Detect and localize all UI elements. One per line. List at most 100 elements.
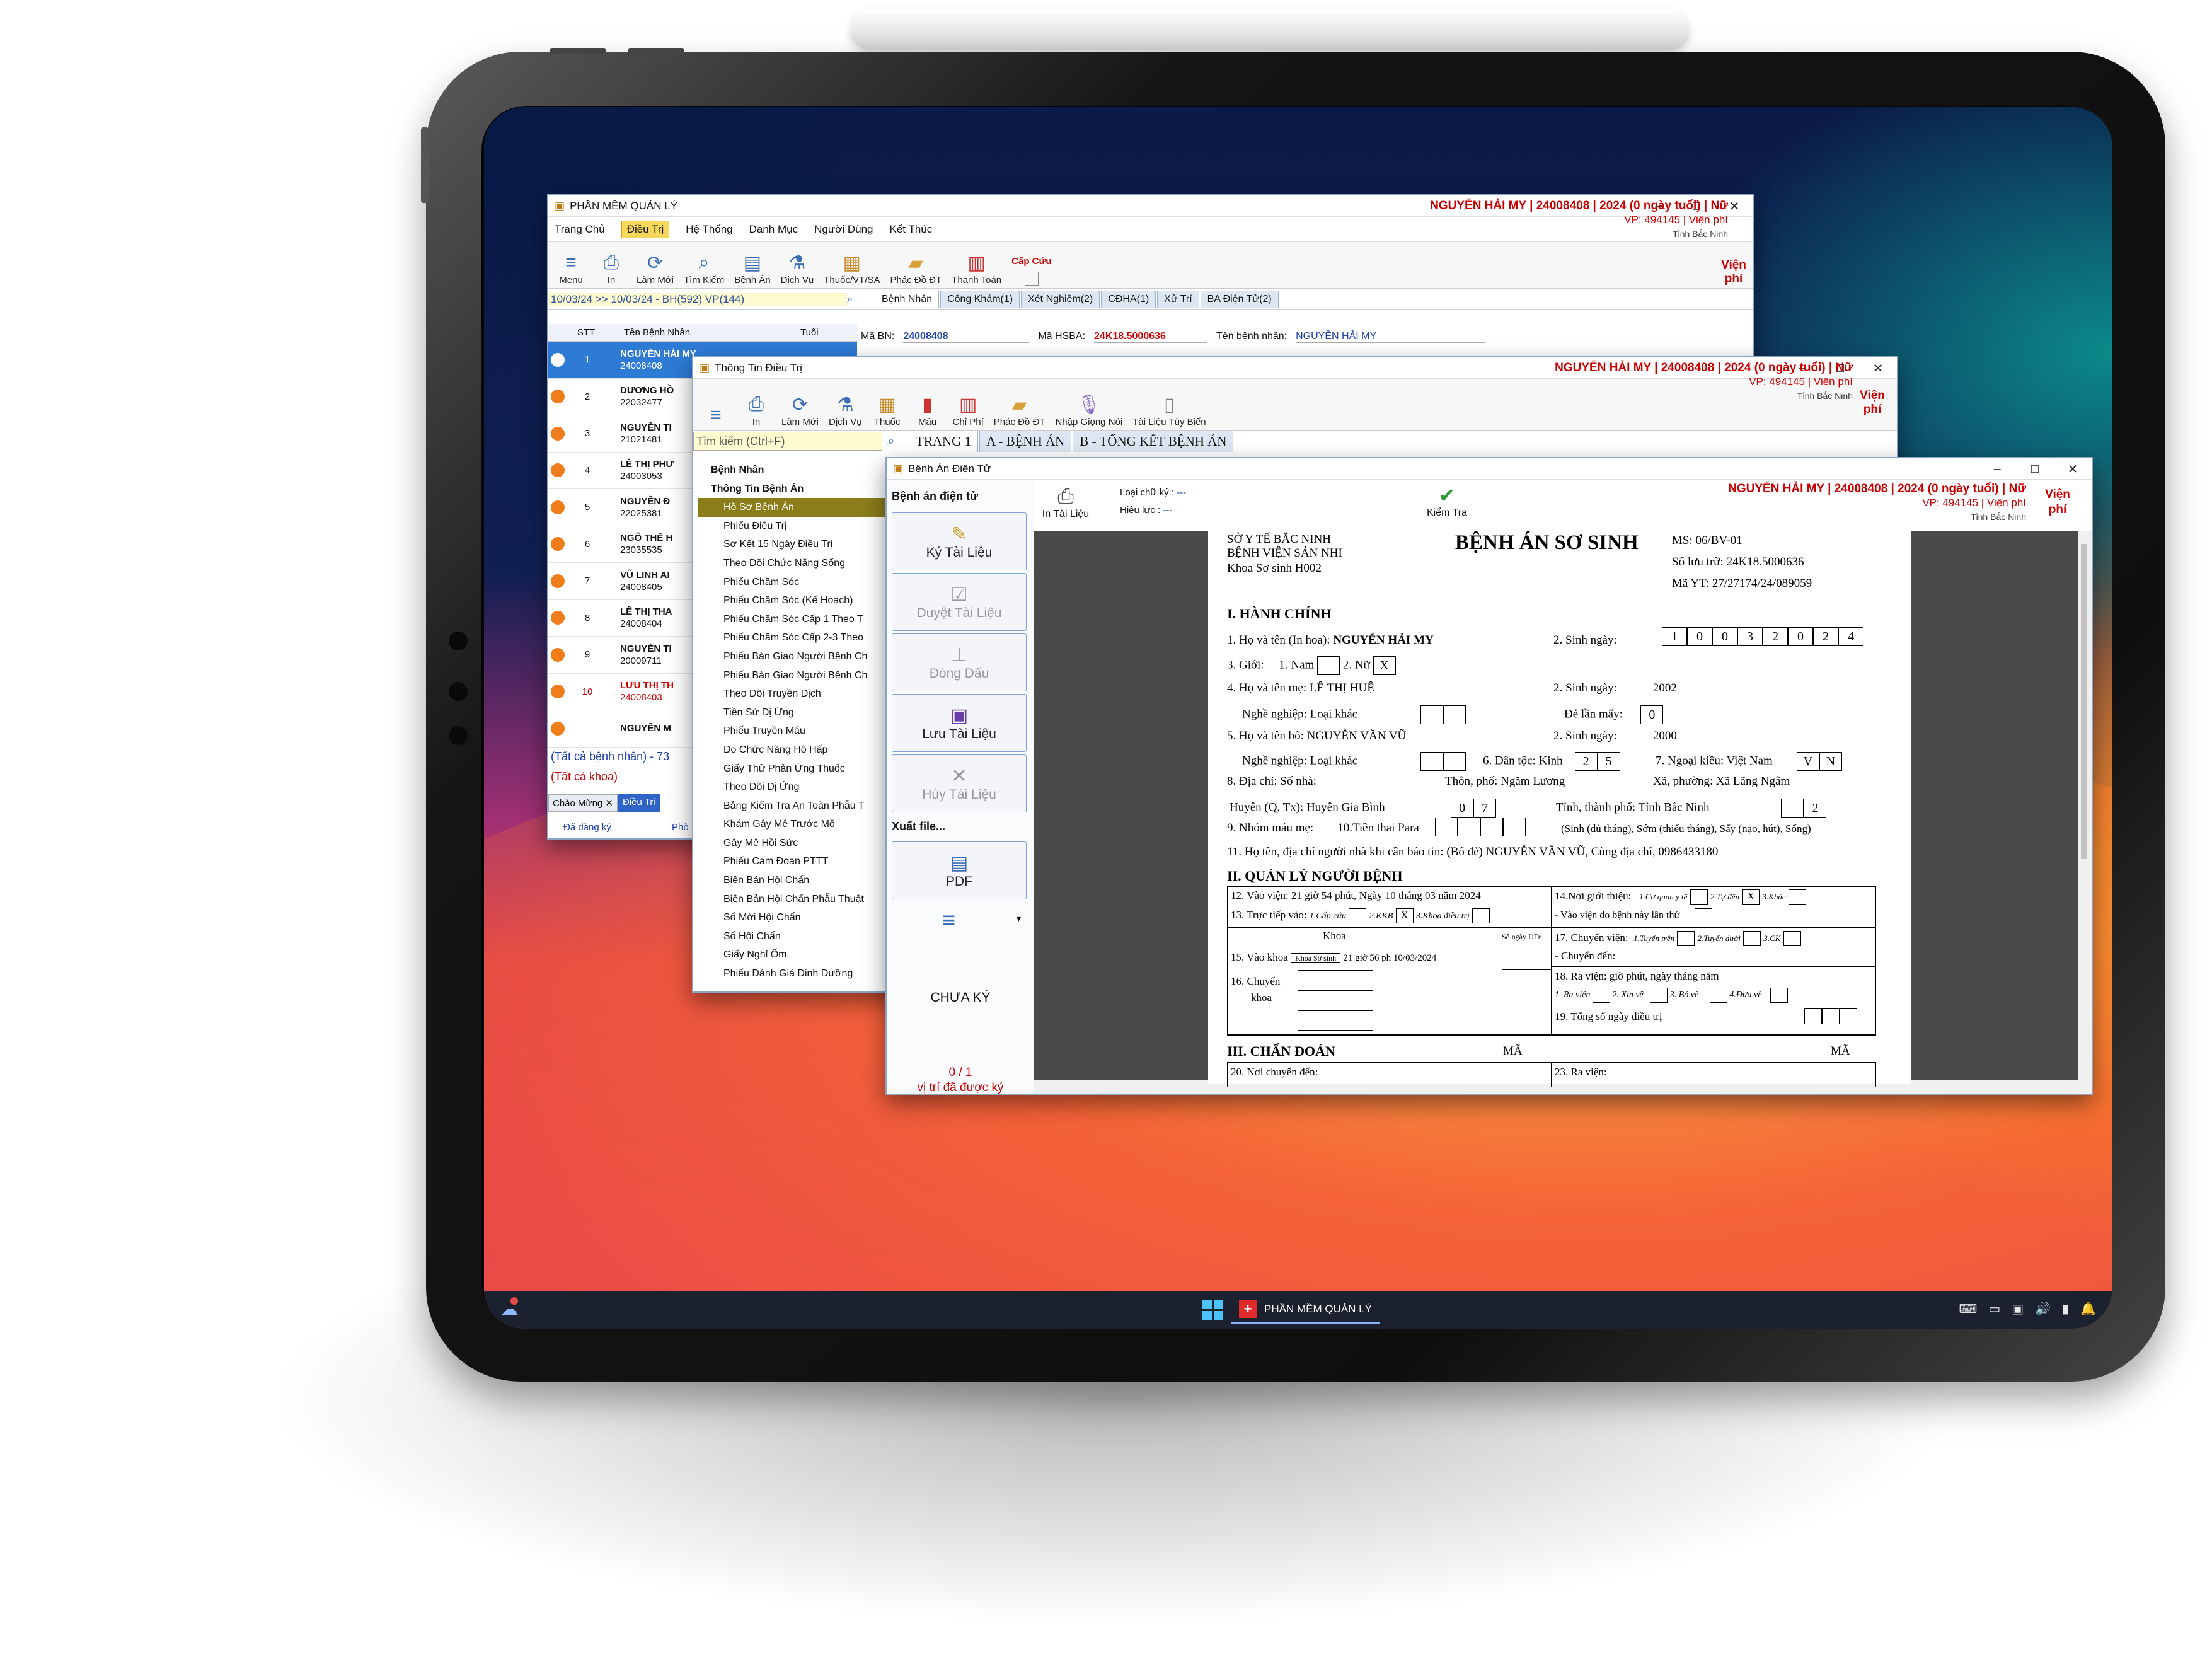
tree-item[interactable]: Phiếu Đánh Giá Dinh Dưỡng xyxy=(698,964,885,983)
toolbar-services[interactable]: ⚗ Dịch Vụ xyxy=(777,251,818,288)
toolbar-search[interactable]: ⌕ Tìm Kiếm xyxy=(680,251,728,288)
check-button[interactable]: ✔ Kiểm Tra xyxy=(1419,483,1475,519)
tree-item[interactable]: Hồ Sơ Bệnh Án xyxy=(698,498,885,517)
stamp-button[interactable]: ⊥ Đóng Dấu xyxy=(892,633,1027,691)
tab-cdha[interactable]: CĐHA(1) xyxy=(1101,291,1156,308)
tree-item[interactable]: Phiếu Cam Đoan PTTT xyxy=(698,852,885,871)
tree-item[interactable]: Đo Chức Năng Hô Hấp xyxy=(698,741,885,760)
toolbar-records[interactable]: ▤ Bệnh Án xyxy=(730,251,775,288)
tree-item[interactable]: Biên Bản Hội Chẩn Phẫu Thuật xyxy=(698,890,885,909)
network-icon[interactable]: ▣ xyxy=(2012,1301,2024,1317)
tree-item[interactable]: Theo Dõi Dị Ứng xyxy=(698,778,885,797)
search-icon[interactable]: ⌕ xyxy=(882,434,900,449)
tree-item[interactable]: Phiếu Truyền Máu xyxy=(698,722,885,741)
menu-danh-muc[interactable]: Danh Mục xyxy=(749,223,798,236)
tree-item[interactable]: Sơ Kết 15 Ngày Điều Trị xyxy=(698,535,885,554)
menu-dieu-tri[interactable]: Điều Trị xyxy=(621,220,670,238)
toolbar-protocol[interactable]: ▰ Phác Đồ ĐT xyxy=(990,393,1049,430)
save-document-button[interactable]: ▣ Lưu Tài Liệu xyxy=(892,694,1027,752)
bell-icon[interactable]: 🔔 xyxy=(2080,1301,2096,1317)
tree-item[interactable]: Phiếu Chăm Sóc Cấp 1 Theo T xyxy=(698,610,885,629)
vertical-scrollbar[interactable] xyxy=(2078,531,2092,1080)
close-icon[interactable]: ✕ xyxy=(605,798,613,809)
tree-item[interactable]: Sổ Hội Chẩn xyxy=(698,927,885,946)
tree-item[interactable]: Bảng Kiểm Tra An Toàn Phẫu T xyxy=(698,797,885,816)
date-filter[interactable]: 10/03/24 >> 10/03/24 - BH(592) VP(144) xyxy=(548,292,847,306)
tree-item[interactable]: Biên Bản Hội Chẩn xyxy=(698,871,885,890)
tab-xu-tri[interactable]: Xử Trí xyxy=(1157,291,1199,308)
toolbar-menu[interactable]: ≡ xyxy=(697,403,735,430)
volume-icon[interactable]: 🔊 xyxy=(2035,1301,2051,1317)
toolbar-payment[interactable]: ▥ Thanh Toán xyxy=(948,251,1005,288)
taskbar-app[interactable]: + PHẦN MỀM QUẢN LÝ xyxy=(1231,1296,1380,1324)
tree-root-patient[interactable]: Bệnh Nhân xyxy=(698,461,885,480)
tab-benh-nhan[interactable]: Bệnh Nhân xyxy=(875,291,940,308)
pdf-export-button[interactable]: ▤ PDF xyxy=(892,841,1027,899)
tab-chao-mung[interactable]: Chào Mừng ✕ xyxy=(548,794,618,812)
doc-transfer: 16. Chuyển xyxy=(1231,975,1281,987)
toolbar-emergency[interactable]: Cấp Cứu xyxy=(1008,256,1055,288)
tab-trang-1[interactable]: TRANG 1 xyxy=(909,431,979,452)
battery-icon[interactable]: ▮ xyxy=(2062,1301,2069,1317)
toolbar-print[interactable]: ⎙ In xyxy=(592,251,630,288)
tree-item[interactable]: Theo Dõi Chức Năng Sống xyxy=(698,554,885,573)
toolbar-drugs[interactable]: ▦ Thuốc/VT/SA xyxy=(820,251,884,288)
cancel-document-button[interactable]: ✕ Hủy Tài Liệu xyxy=(892,754,1027,812)
toolbar-refresh[interactable]: ⟳ Làm Mới xyxy=(633,251,677,288)
start-icon[interactable] xyxy=(1202,1300,1223,1320)
tab-ba-dien-tu[interactable]: BA Điện Tử(2) xyxy=(1200,291,1279,308)
tree-item[interactable]: Phiếu Bàn Giao Người Bệnh Ch xyxy=(698,647,885,666)
sign-document-button[interactable]: ✎ Ký Tài Liệu xyxy=(892,512,1027,570)
tree-item[interactable]: Khám Gây Mê Trước Mổ xyxy=(698,815,885,834)
emergency-checkbox[interactable] xyxy=(1024,272,1039,286)
print-document-button[interactable]: ⎙ In Tài Liệu xyxy=(1040,485,1091,520)
menu-he-thong[interactable]: Hệ Thống xyxy=(686,223,732,236)
toolbar-blood[interactable]: ▮ Máu xyxy=(909,393,947,430)
tree-search-input[interactable]: Tìm kiếm (Ctrl+F) xyxy=(693,432,882,451)
tab-b-tong-ket[interactable]: B - TỔNG KẾT BỆNH ÁN xyxy=(1073,431,1234,452)
tree-item[interactable]: Tiền Sử Dị Ứng xyxy=(698,703,885,722)
tab-cong-kham[interactable]: Công Khám(1) xyxy=(940,291,1020,308)
tree-root-record[interactable]: Thông Tin Bệnh Án xyxy=(698,480,885,499)
tree-item[interactable]: Giấy Nghỉ Ốm xyxy=(698,945,885,964)
close-button[interactable]: ✕ xyxy=(1859,357,1897,379)
display-icon[interactable]: ▭ xyxy=(1988,1301,2000,1317)
close-button[interactable]: ✕ xyxy=(2054,458,2092,480)
tree-item[interactable]: Phiếu Chăm Sóc xyxy=(698,573,885,592)
toolbar-print[interactable]: ⎙ In xyxy=(737,393,775,430)
tree-item[interactable]: Sổ Mời Hội Chẩn xyxy=(698,908,885,927)
approve-document-button[interactable]: ☑ Duyệt Tài Liệu xyxy=(892,573,1027,631)
tab-a-benh-an[interactable]: A - BỆNH ÁN xyxy=(979,431,1072,452)
search-icon[interactable]: ⌕ xyxy=(847,293,862,306)
maximize-button[interactable]: □ xyxy=(2016,458,2054,480)
registered-link[interactable]: Đã đăng ký xyxy=(563,822,611,833)
all-depts-filter[interactable]: (Tất cả khoa) xyxy=(551,770,618,783)
status-dot-icon xyxy=(551,685,565,699)
all-patients-filter[interactable]: (Tất cả bệnh nhân) - 73 xyxy=(551,750,669,763)
more-menu-icon[interactable]: ≡ xyxy=(942,907,955,934)
tree-item[interactable]: Gây Mê Hồi Sức xyxy=(698,834,885,853)
toolbar-protocol[interactable]: ▰ Phác Đồ ĐT xyxy=(886,251,945,288)
menu-trang-chu[interactable]: Trang Chủ xyxy=(555,223,605,236)
toolbar-custom-docs[interactable]: ▯ Tài Liệu Tùy Biến xyxy=(1129,393,1209,430)
toolbar-services[interactable]: ⚗ Dịch Vụ xyxy=(825,393,866,430)
menu-ket-thuc[interactable]: Kết Thúc xyxy=(890,223,933,236)
tab-xet-nghiem[interactable]: Xét Nghiệm(2) xyxy=(1021,291,1100,308)
toolbar-drugs[interactable]: ▦ Thuốc xyxy=(868,393,906,430)
tree-item[interactable]: Phiếu Bàn Giao Người Bệnh Ch xyxy=(698,666,885,685)
toolbar-voice[interactable]: 🎙 Nhập Giọng Nói xyxy=(1051,393,1126,430)
menu-nguoi-dung[interactable]: Người Dùng xyxy=(814,223,873,236)
tree-item[interactable]: Phiếu Chăm Sóc (Kế Hoạch) xyxy=(698,591,885,610)
room-link[interactable]: Phò xyxy=(672,822,689,833)
tree-item[interactable]: Phiếu Điều Trị xyxy=(698,517,885,536)
tab-dieu-tri-bottom[interactable]: Điều Trị xyxy=(618,794,660,812)
minimize-button[interactable]: – xyxy=(1978,458,2016,480)
tree-item[interactable]: Theo Dõi Truyền Dịch xyxy=(698,685,885,703)
tree-item[interactable]: Phiếu Chăm Sóc Cấp 2-3 Theo xyxy=(698,628,885,647)
tree-item[interactable]: Giấy Thử Phản Ứng Thuốc xyxy=(698,760,885,778)
dropdown-icon[interactable]: ▾ xyxy=(1017,913,1021,924)
keyboard-icon[interactable]: ⌨ xyxy=(1959,1301,1977,1317)
toolbar-menu[interactable]: ≡ Menu xyxy=(552,251,590,288)
toolbar-refresh[interactable]: ⟳ Làm Mới xyxy=(778,393,822,430)
toolbar-cost[interactable]: ▥ Chỉ Phí xyxy=(949,393,988,430)
